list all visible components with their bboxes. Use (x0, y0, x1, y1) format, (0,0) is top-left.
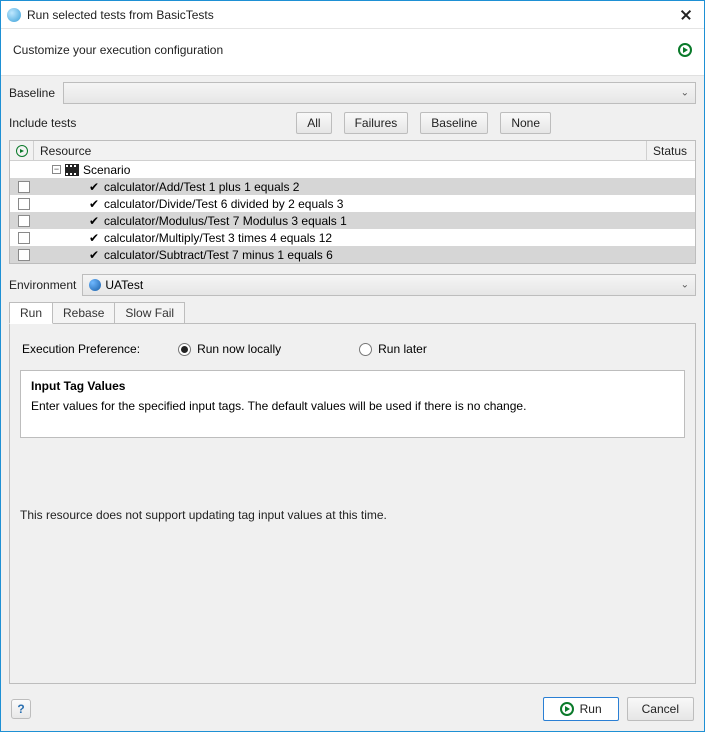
environment-selected: UATest (105, 278, 143, 292)
close-icon[interactable] (678, 7, 694, 23)
tabs: Run Rebase Slow Fail (1, 302, 704, 324)
cancel-button[interactable]: Cancel (627, 697, 694, 721)
baseline-label: Baseline (9, 86, 55, 100)
row-checkbox[interactable] (18, 249, 30, 261)
play-icon (16, 145, 28, 157)
include-tests-row: Include tests All Failures Baseline None (1, 108, 704, 138)
pref-opt-later-label: Run later (378, 342, 427, 356)
test-icon: ✔ (88, 214, 100, 228)
include-failures-button[interactable]: Failures (344, 112, 409, 134)
execution-preference-label: Execution Preference: (22, 342, 140, 356)
tab-run[interactable]: Run (9, 302, 53, 324)
run-header-icon (678, 43, 692, 57)
header-subtitle: Customize your execution configuration (13, 43, 678, 57)
run-button[interactable]: Run (543, 697, 619, 721)
include-tests-label: Include tests (9, 116, 76, 130)
tests-tree: Resource Status − Scenario ✔ calculator/A… (9, 140, 696, 264)
pref-option-run-later[interactable]: Run later (359, 342, 427, 356)
tree-body: − Scenario ✔ calculator/Add/Test 1 plus 1… (10, 161, 695, 263)
environment-dropdown[interactable]: UATest ⌄ (82, 274, 696, 296)
tab-slow-fail[interactable]: Slow Fail (114, 302, 185, 324)
globe-icon (89, 279, 101, 291)
column-status[interactable]: Status (647, 141, 695, 160)
column-resource[interactable]: Resource (34, 141, 647, 160)
tab-panel-run: Execution Preference: Run now locally Ru… (9, 323, 696, 684)
row-label: calculator/Multiply/Test 3 times 4 equal… (104, 231, 332, 245)
radio-selected-icon (178, 343, 191, 356)
row-checkbox[interactable] (18, 232, 30, 244)
tree-root-label: Scenario (83, 163, 130, 177)
environment-label: Environment (9, 278, 76, 292)
baseline-row: Baseline ⌄ (1, 76, 704, 108)
environment-row: Environment UATest ⌄ (1, 270, 704, 300)
test-icon: ✔ (88, 180, 100, 194)
include-baseline-button[interactable]: Baseline (420, 112, 488, 134)
row-checkbox[interactable] (18, 198, 30, 210)
pref-opt-now-label: Run now locally (197, 342, 281, 356)
tree-row[interactable]: ✔ calculator/Add/Test 1 plus 1 equals 2 (10, 178, 695, 195)
test-icon: ✔ (88, 197, 100, 211)
help-button[interactable]: ? (11, 699, 31, 719)
tree-row[interactable]: ✔ calculator/Divide/Test 6 divided by 2 e… (10, 195, 695, 212)
scenario-icon (65, 164, 79, 176)
titlebar: Run selected tests from BasicTests (1, 1, 704, 29)
app-icon (7, 8, 21, 22)
test-icon: ✔ (88, 231, 100, 245)
row-label: calculator/Divide/Test 6 divided by 2 eq… (104, 197, 343, 211)
tree-row[interactable]: ✔ calculator/Multiply/Test 3 times 4 equa… (10, 229, 695, 246)
header-area: Customize your execution configuration (1, 29, 704, 76)
toggle-collapse-icon[interactable]: − (52, 165, 61, 174)
tree-header: Resource Status (10, 141, 695, 161)
window-title: Run selected tests from BasicTests (27, 8, 678, 22)
tree-row[interactable]: ✔ calculator/Subtract/Test 7 minus 1 equa… (10, 246, 695, 263)
execution-preference-row: Execution Preference: Run now locally Ru… (22, 342, 683, 356)
row-label: calculator/Modulus/Test 7 Modulus 3 equa… (104, 214, 347, 228)
tree-root-row[interactable]: − Scenario (10, 161, 695, 178)
run-button-label: Run (580, 702, 602, 716)
test-icon: ✔ (88, 248, 100, 262)
help-icon: ? (17, 702, 24, 716)
include-all-button[interactable]: All (296, 112, 331, 134)
row-checkbox[interactable] (18, 215, 30, 227)
row-checkbox[interactable] (18, 181, 30, 193)
tree-row[interactable]: ✔ calculator/Modulus/Test 7 Modulus 3 equ… (10, 212, 695, 229)
input-tag-values-box: Input Tag Values Enter values for the sp… (20, 370, 685, 438)
chevron-down-icon: ⌄ (681, 88, 689, 99)
tag-box-desc: Enter values for the specified input tag… (31, 399, 674, 413)
tab-rebase[interactable]: Rebase (52, 302, 115, 324)
pref-option-run-now[interactable]: Run now locally (178, 342, 281, 356)
row-label: calculator/Add/Test 1 plus 1 equals 2 (104, 180, 299, 194)
footer: ? Run Cancel (1, 691, 704, 731)
dialog-window: Run selected tests from BasicTests Custo… (0, 0, 705, 732)
baseline-dropdown[interactable]: ⌄ (63, 82, 696, 104)
radio-icon (359, 343, 372, 356)
column-run[interactable] (10, 141, 34, 160)
chevron-down-icon: ⌄ (681, 280, 689, 291)
tag-box-header: Input Tag Values (31, 379, 674, 393)
include-buttons: All Failures Baseline None (296, 112, 551, 134)
row-label: calculator/Subtract/Test 7 minus 1 equal… (104, 248, 333, 262)
play-icon (560, 702, 574, 716)
include-none-button[interactable]: None (500, 112, 551, 134)
unsupported-message: This resource does not support updating … (20, 508, 685, 522)
